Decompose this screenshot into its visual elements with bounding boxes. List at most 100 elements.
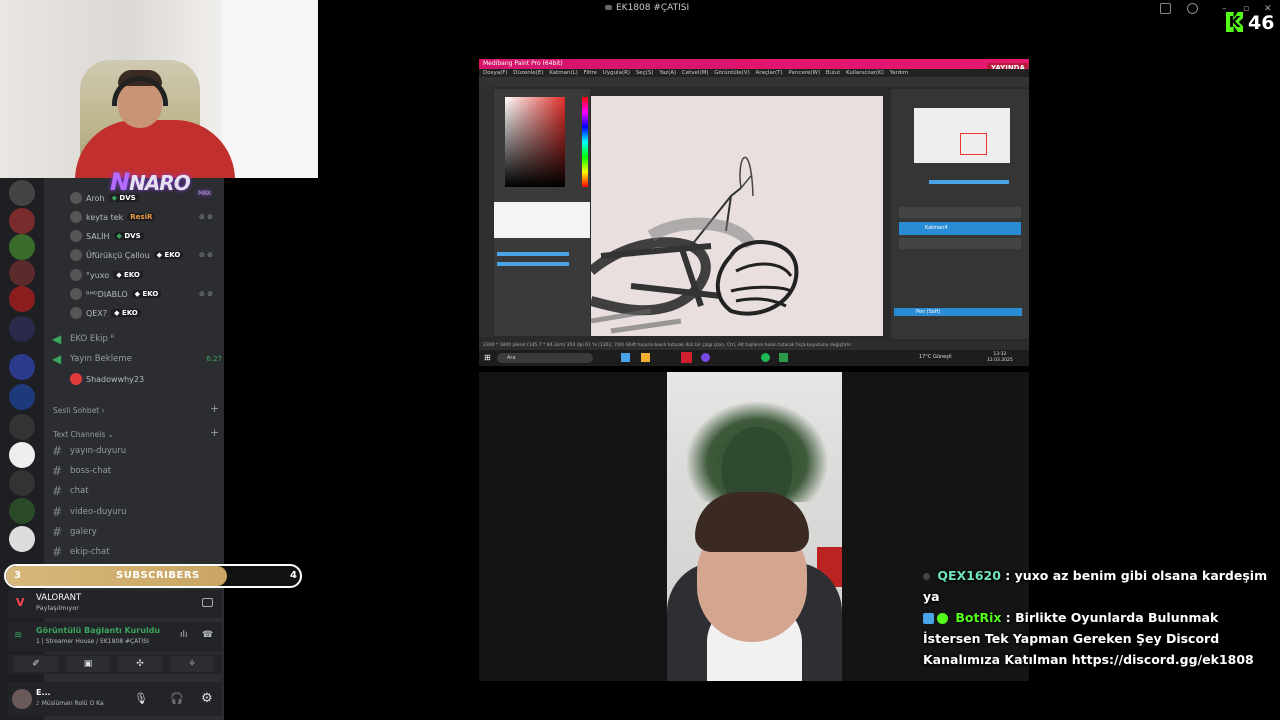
tool-palette[interactable] — [479, 87, 493, 337]
activities-button[interactable]: ✣ — [118, 656, 162, 672]
voice-status-subtitle[interactable]: 1 | Streamer House / EK1808 #ÇATISI — [36, 638, 149, 645]
server-icon[interactable] — [9, 286, 35, 312]
window-titlebar — [318, 0, 1280, 18]
server-icon[interactable] — [9, 180, 35, 206]
screen-share-icon[interactable] — [202, 598, 213, 607]
opacity-slider[interactable] — [929, 180, 1009, 184]
voice-channel-yayin-bekleme[interactable]: ◀ Yayın Bekleme 6:27 — [52, 352, 222, 366]
voice-channel-eko-ekip[interactable]: ◀ EKO Ekip ᴿ — [52, 332, 222, 346]
voice-user[interactable]: SALİHDVS — [70, 227, 144, 245]
color-picker[interactable] — [505, 97, 565, 187]
voice-user[interactable]: °yuxoEKO — [70, 266, 143, 284]
brush-opacity-slider[interactable] — [497, 262, 569, 266]
streamer-webcam — [0, 0, 318, 178]
role-badge: ResiR — [127, 213, 156, 221]
stream-chat-overlay: QEX1620 : yuxo az benim gibi olsana kard… — [923, 565, 1275, 670]
layer-row[interactable] — [899, 238, 1021, 249]
hash-icon: # — [52, 505, 63, 519]
windows-taskbar: ⊞ Ara 17°C Güneşli 13:32 12.03.2025 — [479, 350, 1029, 366]
chat-message: BotRix : Birlikte Oyunlarda Bulunmak İst… — [923, 607, 1275, 670]
speaker-icon: ◀ — [52, 332, 62, 346]
microphone-icon[interactable]: 🎙 — [134, 692, 148, 705]
navigator-viewport[interactable] — [960, 133, 987, 155]
settings-gear-icon[interactable]: ⚙ — [201, 691, 213, 706]
naro-logo-sub: MAX — [198, 190, 211, 197]
activity-game: VALORANT — [36, 593, 82, 603]
voice-connection-status: ≋ Görüntülü Bağlantı Kuruldu 1 | Streame… — [8, 622, 222, 652]
avatar — [70, 249, 82, 261]
cast-icon[interactable] — [1160, 3, 1171, 14]
text-channel[interactable]: # yayın-duyuru — [52, 444, 222, 458]
server-icon[interactable] — [9, 316, 35, 342]
taskbar-weather: 17°C Güneşli — [919, 354, 952, 360]
camera-off-button[interactable]: ✐ — [14, 656, 58, 672]
text-channel[interactable]: # ekip-chat — [52, 545, 222, 559]
hue-slider[interactable] — [582, 97, 588, 187]
role-badge: DVS — [113, 232, 144, 240]
taskbar-app-icon[interactable] — [681, 352, 692, 363]
screen-share-paint-app: Medibang Paint Pro (64bit) YAYINDA Dosya… — [479, 59, 1029, 366]
category-text-channels[interactable]: Text Channels ⌄ — [53, 430, 114, 439]
speaker-icon: ◀ — [52, 352, 62, 366]
hash-icon: # — [52, 464, 63, 478]
text-channel[interactable]: # boss-chat — [52, 464, 222, 478]
taskbar-app-icon[interactable] — [779, 353, 788, 362]
paint-app-menubar[interactable]: Dosya(F) Düzenle(E) Katman(L) Filtre Uyg… — [479, 69, 1029, 77]
brush-size-slider[interactable] — [497, 252, 569, 256]
taskbar-search[interactable]: Ara — [497, 353, 593, 363]
text-channel[interactable]: # video-duyuru — [52, 505, 222, 519]
voice-user[interactable]: Üfürükçü ÇallouEKO — [70, 246, 184, 264]
taskbar-app-icon[interactable] — [701, 353, 710, 362]
viewer-count: 46 — [1248, 12, 1275, 34]
server-icon[interactable] — [9, 234, 35, 260]
disconnect-icon[interactable]: ☎ — [202, 630, 213, 640]
server-icon[interactable] — [9, 442, 35, 468]
server-icon[interactable] — [9, 498, 35, 524]
paint-app-toolbar[interactable] — [479, 77, 1029, 87]
add-channel-icon[interactable]: + — [210, 426, 219, 439]
noise-suppression-icon[interactable]: ılı — [180, 630, 188, 640]
voice-controls: ✐ ▣ ✣ ✧ — [8, 654, 222, 674]
server-icon[interactable] — [9, 414, 35, 440]
text-channel[interactable]: # galery — [52, 525, 222, 539]
voice-user[interactable]: ᴮᴹᴰDIABLOEKO — [70, 285, 162, 303]
window-title: EK1808 #ÇATISI — [605, 3, 689, 13]
taskbar-app-icon[interactable] — [621, 353, 630, 362]
viewer-count-badge: K 46 — [1226, 12, 1274, 34]
hash-icon: # — [52, 545, 63, 559]
layer-row[interactable] — [899, 207, 1021, 218]
help-icon[interactable] — [1187, 3, 1198, 14]
avatar — [70, 373, 82, 385]
server-icon[interactable] — [9, 208, 35, 234]
headphones-icon[interactable]: 🎧 — [170, 692, 184, 705]
role-badge: EKO — [131, 290, 162, 298]
category-voice-chat[interactable]: Sesli Sohbet › — [53, 406, 105, 415]
windows-start-icon[interactable]: ⊞ — [484, 353, 491, 362]
avatar — [70, 307, 82, 319]
subscribers-current: 3 — [14, 570, 21, 581]
signal-icon: ≋ — [14, 630, 23, 641]
app-icon — [605, 5, 612, 10]
server-icon[interactable] — [9, 354, 35, 380]
soundboard-button[interactable]: ✧ — [170, 656, 214, 672]
voice-user[interactable]: keyta tek ResiR — [70, 208, 156, 226]
verified-badge-icon — [937, 613, 948, 624]
server-icon[interactable] — [9, 526, 35, 552]
subscribers-goal: 4 — [290, 570, 297, 581]
subscribers-goal-bar: 3 SUBSCRIBERS 4 — [4, 564, 302, 588]
drawing-canvas[interactable] — [587, 96, 883, 336]
server-icon[interactable] — [9, 470, 35, 496]
brush-row-selected[interactable]: Pen (Soft) — [894, 308, 1022, 316]
add-channel-icon[interactable]: + — [210, 402, 219, 415]
taskbar-app-icon[interactable] — [761, 353, 770, 362]
server-icon[interactable] — [9, 384, 35, 410]
avatar — [70, 211, 82, 223]
voice-user[interactable]: QEX?EKO — [70, 304, 141, 322]
text-channel[interactable]: # chat — [52, 484, 222, 498]
screen-share-button[interactable]: ▣ — [66, 656, 110, 672]
layer-row-selected[interactable]: Katman4 — [899, 222, 1021, 235]
taskbar-app-icon[interactable] — [641, 353, 650, 362]
avatar[interactable] — [12, 689, 32, 709]
server-icon[interactable] — [9, 260, 35, 286]
voice-user[interactable]: Shadowwhy23 — [70, 370, 144, 388]
